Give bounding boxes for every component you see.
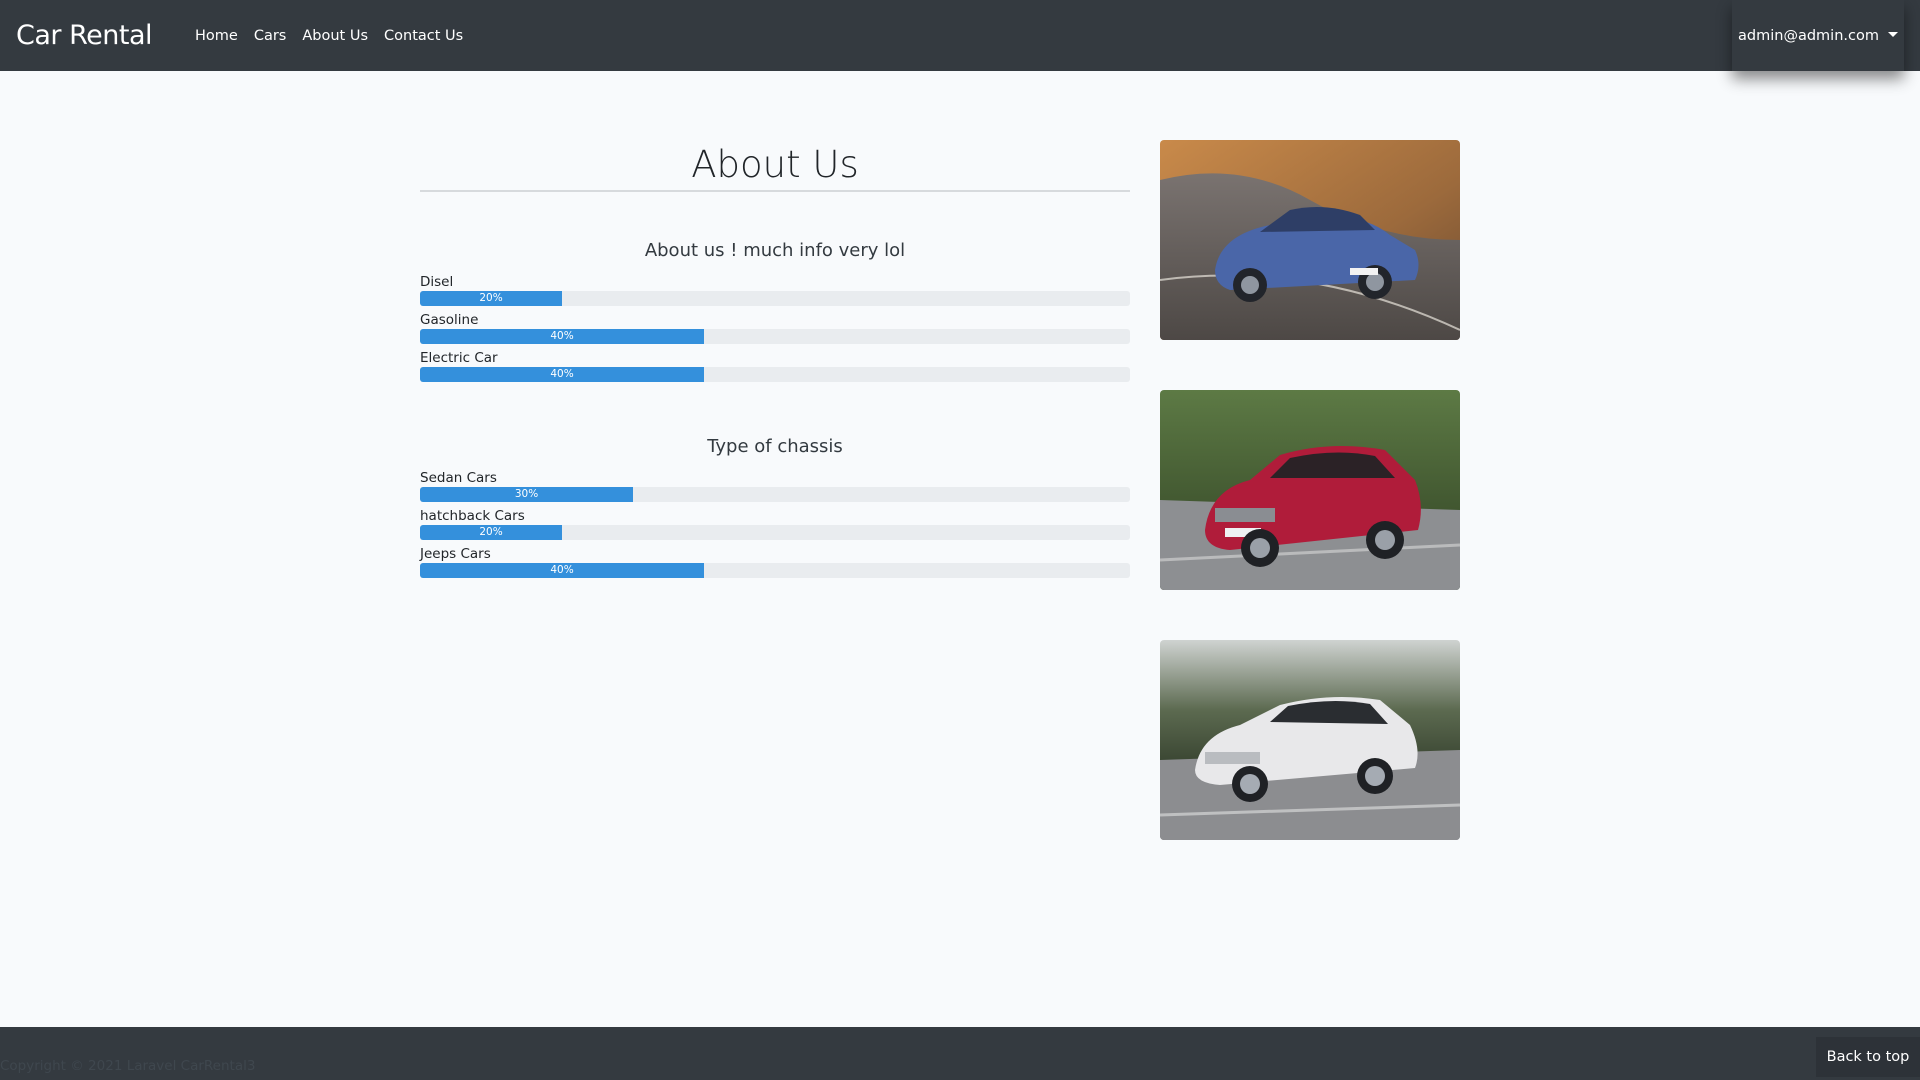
caret-down-icon [1887, 32, 1898, 37]
progress-list: Sedan Cars 30% hatchback Cars 20% Jeeps … [420, 469, 1130, 578]
user-email: admin@admin.com [1738, 27, 1879, 44]
progress-bar: 30% [420, 487, 1130, 502]
progress-label: hatchback Cars [420, 508, 525, 524]
progress-label: Sedan Cars [420, 470, 497, 486]
progress-fill: 40% [420, 563, 704, 578]
progress-label: Gasoline [420, 312, 479, 328]
brand-link[interactable]: Car Rental [16, 0, 153, 71]
progress-label: Jeeps Cars [420, 546, 491, 562]
progress-bar: 40% [420, 367, 1130, 382]
progress-fill: 40% [420, 329, 704, 344]
progress-bar: 40% [420, 563, 1130, 578]
section-heading: About us ! much info very lol [644, 240, 906, 261]
user-dropdown-toggle[interactable]: admin@admin.com [1732, 0, 1904, 71]
nav-link-home[interactable]: Home [187, 28, 246, 44]
nav-links: Home Cars About Us Contact Us [187, 0, 471, 71]
fuel-type-section: About us ! much info very lol Disel 20% … [420, 240, 1130, 387]
progress-bar: 20% [420, 291, 1130, 306]
chassis-type-section: Type of chassis Sedan Cars 30% hatchback… [420, 436, 1130, 583]
white-suv-photo [1160, 640, 1460, 840]
page-title: About Us [691, 143, 859, 186]
nav-link-about-us[interactable]: About Us [294, 28, 376, 44]
footer: Copyright © 2021 Laravel CarRental3 Back… [0, 1027, 1920, 1080]
title-divider [420, 190, 1130, 192]
progress-fill: 20% [420, 291, 562, 306]
progress-fill: 30% [420, 487, 633, 502]
nav-link-contact-us[interactable]: Contact Us [376, 28, 471, 44]
copyright-text: Copyright © 2021 Laravel CarRental3 [0, 1058, 256, 1074]
progress-list: Disel 20% Gasoline 40% Electric Car 40% [420, 273, 1130, 382]
progress-label: Disel [420, 274, 454, 290]
progress-fill: 40% [420, 367, 704, 382]
progress-bar: 40% [420, 329, 1130, 344]
nav-link-cars[interactable]: Cars [246, 28, 295, 44]
progress-bar: 20% [420, 525, 1130, 540]
section-heading: Type of chassis [707, 436, 843, 457]
about-column: About Us About us ! much info very lol D… [420, 140, 1130, 578]
red-suv-photo [1160, 390, 1460, 590]
back-to-top-button[interactable]: Back to top [1816, 1037, 1920, 1077]
progress-label: Electric Car [420, 350, 498, 366]
progress-fill: 20% [420, 525, 562, 540]
blue-sedan-photo [1160, 140, 1460, 340]
navbar: Car Rental Home Cars About Us Contact Us… [0, 0, 1920, 71]
